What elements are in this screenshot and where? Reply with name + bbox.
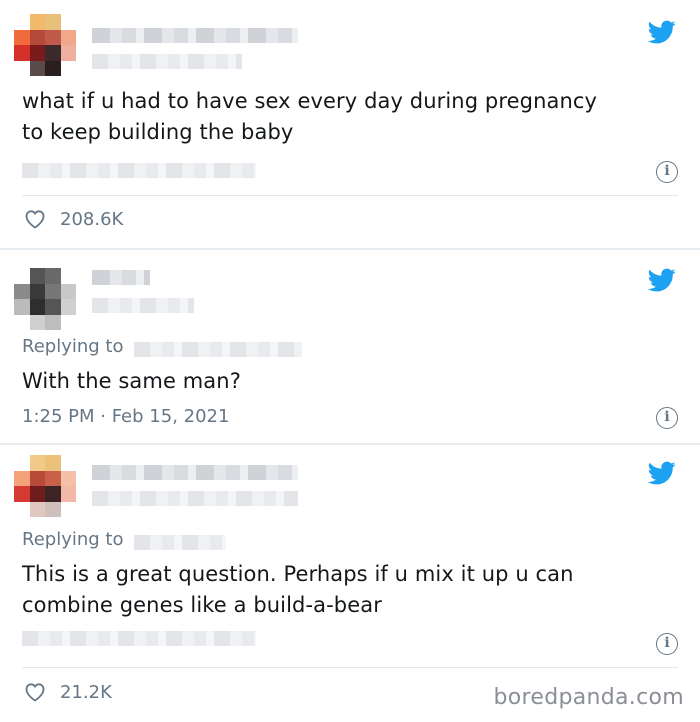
tweet-card-1: what if u had to have sex every day duri… [0, 0, 700, 248]
like-count: 21.2K [60, 681, 112, 703]
info-icon[interactable]: i [656, 407, 678, 429]
tweet-text-line: what if u had to have sex every day duri… [22, 89, 598, 113]
display-name-redacted[interactable] [92, 270, 150, 285]
avatar[interactable] [14, 268, 76, 330]
replying-to-label: Replying to [22, 336, 124, 357]
like-button[interactable]: 21.2K [22, 680, 112, 704]
heart-icon[interactable] [22, 680, 48, 704]
divider [22, 667, 678, 668]
tweet-text: what if u had to have sex every day duri… [22, 86, 597, 148]
username-redacted[interactable] [92, 298, 194, 313]
timestamp-redacted [22, 163, 256, 178]
heart-icon[interactable] [22, 207, 48, 231]
tweet-text: With the same man? [22, 366, 241, 397]
display-name-redacted[interactable] [92, 465, 298, 480]
like-count: 208.6K [60, 208, 124, 230]
tweet-text: This is a great question. Perhaps if u m… [22, 559, 574, 621]
tweet-card-2: Replying to With the same man? 1:25 PM ·… [0, 250, 700, 443]
username-redacted[interactable] [92, 491, 298, 506]
tweet-card-3: Replying to This is a great question. Pe… [0, 445, 700, 722]
like-button[interactable]: 208.6K [22, 207, 123, 231]
display-name-redacted[interactable] [92, 28, 298, 43]
tweet-text-line: With the same man? [22, 369, 241, 393]
tweet-text-line: to keep building the baby [22, 120, 294, 144]
replying-to-label: Replying to [22, 529, 124, 550]
info-icon[interactable]: i [656, 161, 678, 183]
twitter-bird-icon[interactable] [646, 18, 678, 46]
info-icon[interactable]: i [656, 633, 678, 655]
tweet-text-line: combine genes like a build-a-bear [22, 593, 382, 617]
replying-to-handle-redacted[interactable] [134, 535, 226, 550]
avatar[interactable] [14, 14, 76, 76]
username-redacted[interactable] [92, 54, 242, 69]
divider [22, 195, 678, 196]
tweet-text-line: This is a great question. Perhaps if u m… [22, 562, 574, 586]
replying-to-handle-redacted[interactable] [134, 342, 302, 357]
tweet-timestamp[interactable]: 1:25 PM · Feb 15, 2021 [22, 406, 229, 427]
twitter-bird-icon[interactable] [646, 459, 678, 487]
watermark: boredpanda.com [493, 685, 684, 710]
timestamp-redacted [22, 631, 256, 646]
avatar[interactable] [14, 455, 76, 517]
twitter-bird-icon[interactable] [646, 266, 678, 294]
